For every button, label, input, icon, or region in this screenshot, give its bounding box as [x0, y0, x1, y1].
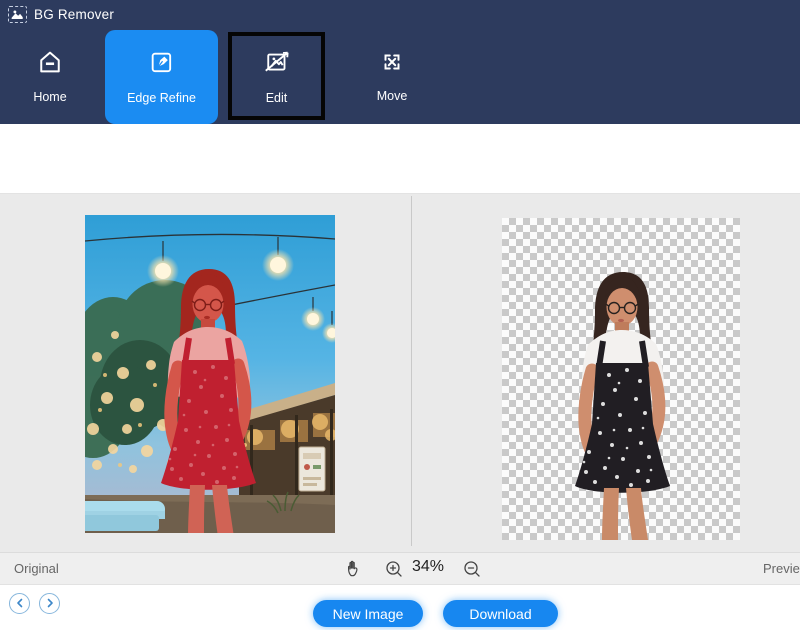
footer-bar: New Image Download	[0, 585, 800, 630]
original-pane-label: Original	[14, 561, 59, 576]
home-icon	[36, 48, 64, 81]
download-button-label: Download	[469, 606, 531, 622]
app-logo-icon	[8, 6, 27, 23]
tab-edit[interactable]: Edit	[228, 32, 325, 120]
nav-tab-bar: Home Edge Refine Edit	[0, 28, 800, 124]
bg-remover-window: BG Remover Home Edge Refine	[0, 0, 800, 630]
new-image-button[interactable]: New Image	[313, 600, 423, 627]
download-button[interactable]: Download	[443, 600, 558, 627]
titlebar: BG Remover	[0, 0, 800, 28]
tab-home-label: Home	[33, 90, 66, 104]
brush-toolbar: Keep Erase Brush Size: 15	[0, 124, 800, 194]
zoom-level-value: 34%	[412, 558, 444, 576]
tab-move[interactable]: Move	[344, 28, 440, 124]
tab-home[interactable]: Home	[0, 28, 100, 124]
tab-edge-refine[interactable]: Edge Refine	[105, 30, 218, 124]
pane-divider	[411, 196, 412, 546]
tab-edit-label: Edit	[266, 91, 288, 105]
statusbar: Original 34% Preview	[0, 552, 800, 585]
chevron-right-icon	[45, 595, 55, 613]
app-title: BG Remover	[34, 7, 114, 22]
pen-square-icon	[148, 49, 176, 82]
hand-pan-icon[interactable]	[346, 559, 362, 583]
zoom-out-icon[interactable]	[463, 560, 481, 583]
preview-image-canvas[interactable]	[502, 218, 740, 540]
next-image-button[interactable]	[39, 593, 60, 614]
previous-image-button[interactable]	[9, 593, 30, 614]
zoom-in-icon[interactable]	[385, 560, 403, 583]
original-image-canvas[interactable]	[85, 215, 335, 533]
tab-move-label: Move	[377, 89, 408, 103]
preview-pane-label: Preview	[763, 561, 800, 576]
new-image-button-label: New Image	[333, 606, 404, 622]
canvas-area	[0, 194, 800, 552]
tab-edge-refine-label: Edge Refine	[127, 91, 196, 105]
chevron-left-icon	[15, 595, 25, 613]
image-transform-icon	[262, 47, 292, 82]
move-arrows-icon	[379, 49, 405, 80]
